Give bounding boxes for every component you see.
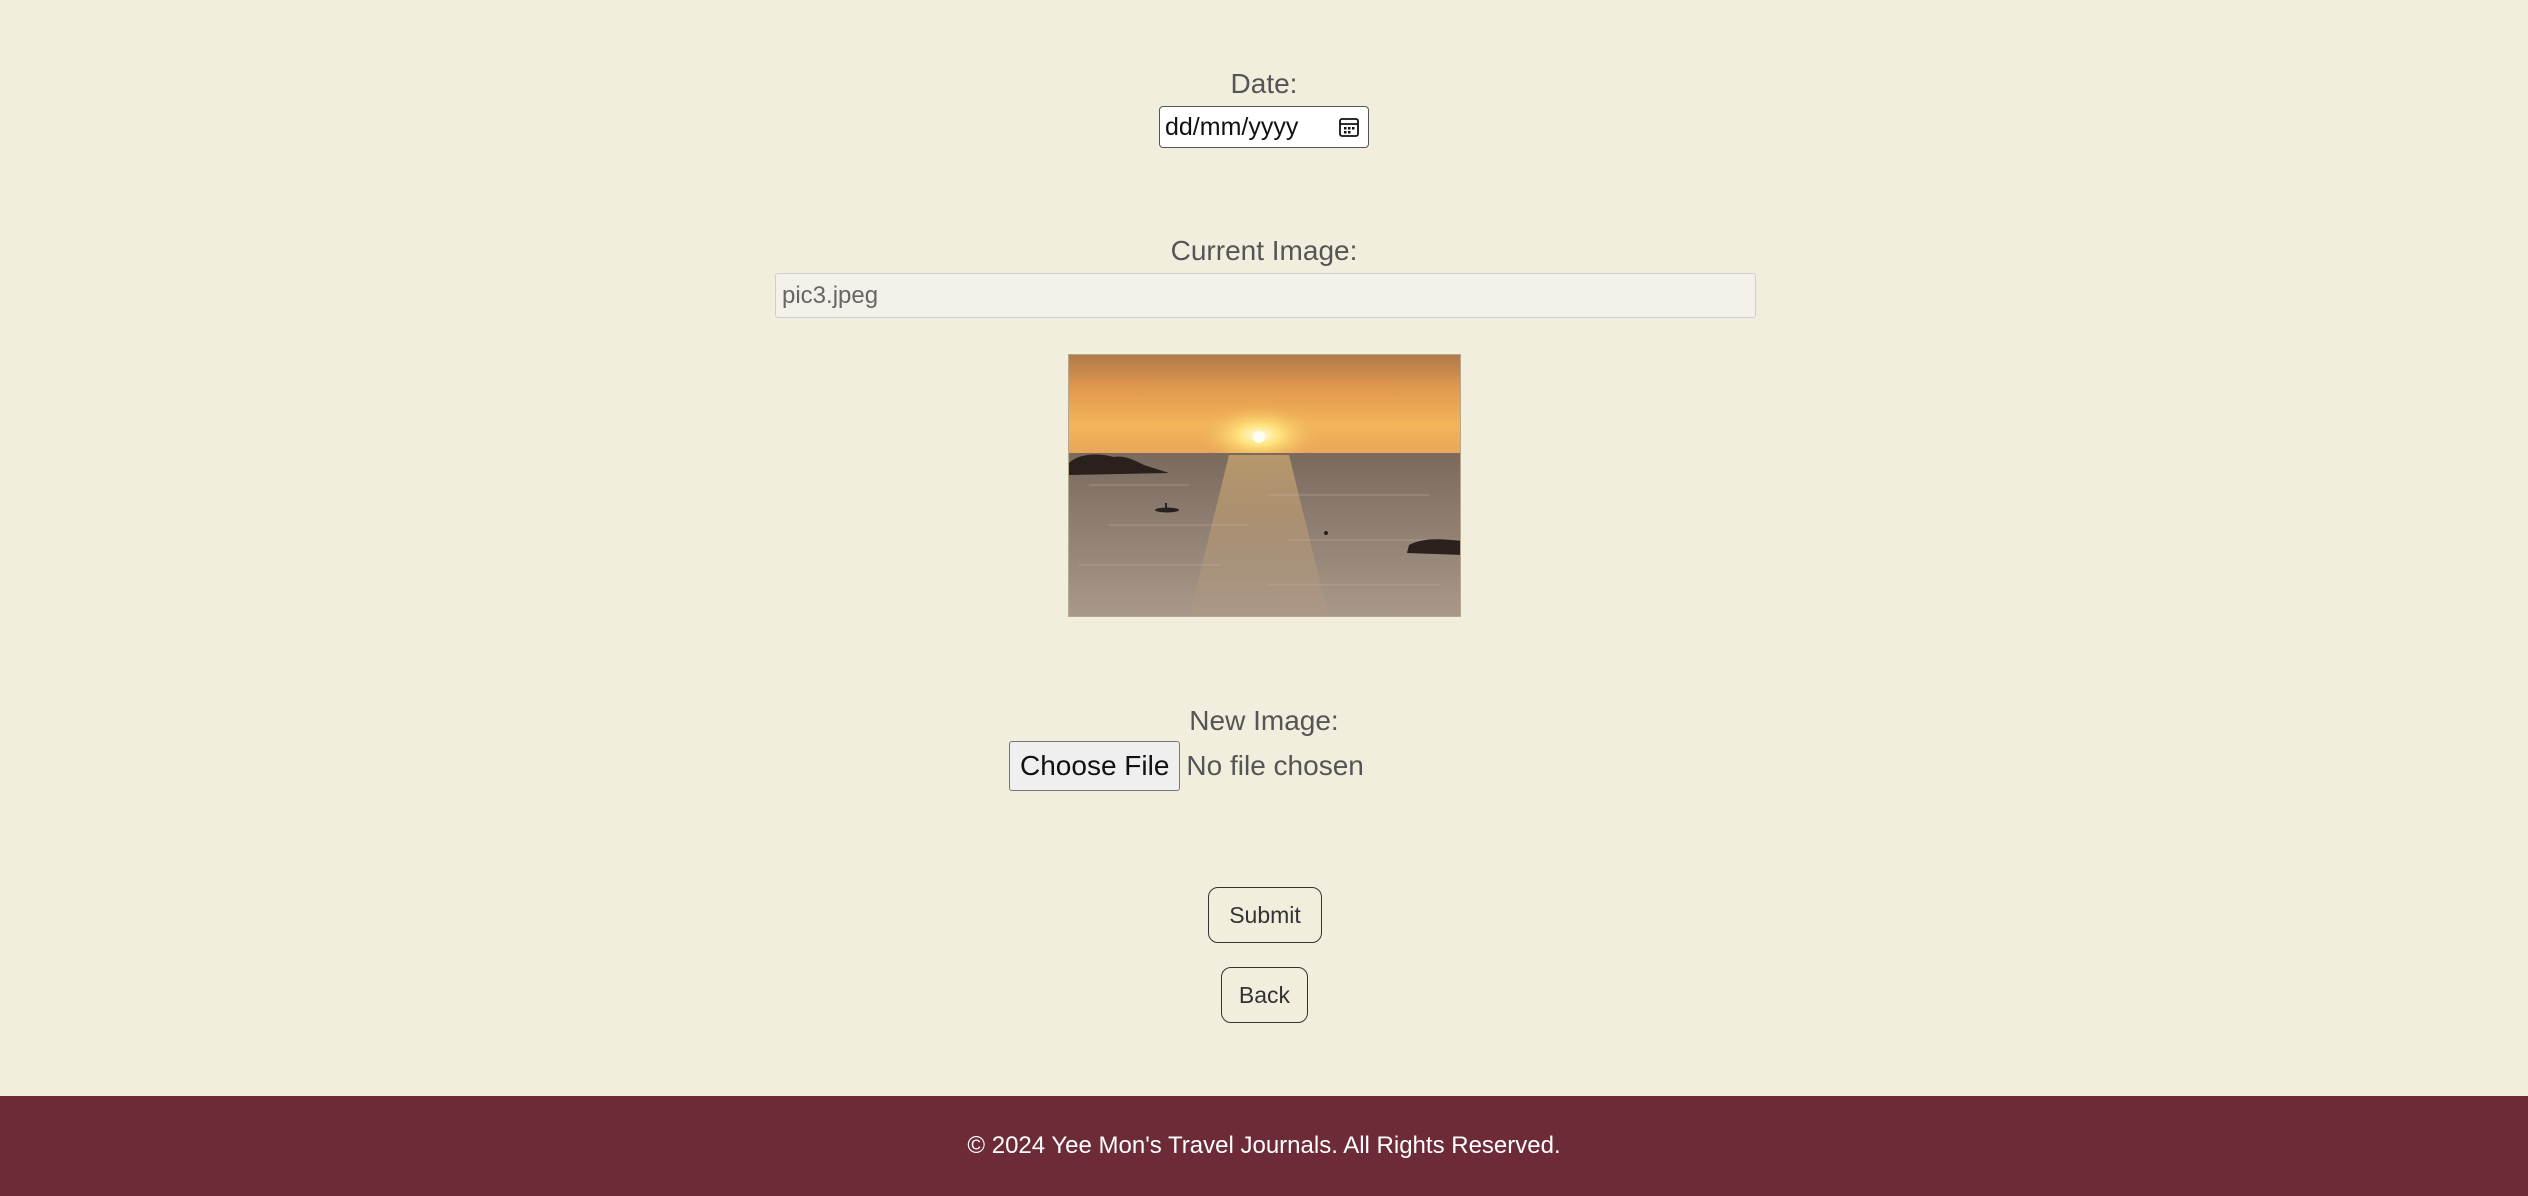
current-image-value: pic3.jpeg: [782, 281, 879, 309]
submit-button[interactable]: Submit: [1208, 887, 1322, 943]
date-label: Date:: [1230, 68, 1298, 99]
file-status: No file chosen: [1186, 750, 1364, 781]
calendar-icon[interactable]: [1334, 112, 1364, 142]
footer-copyright: © 2024 Yee Mon's Travel Journals. All Ri…: [967, 1132, 1561, 1159]
date-placeholder: dd/mm/yyyy: [1165, 112, 1299, 141]
choose-file-button[interactable]: Choose File: [1009, 741, 1181, 791]
current-image-preview: [1068, 354, 1461, 617]
new-image-label: New Image:: [1189, 705, 1339, 736]
current-image-label: Current Image:: [1170, 235, 1358, 266]
current-image-field: pic3.jpeg: [775, 273, 1756, 318]
file-input[interactable]: Choose File No file chosen: [1009, 741, 1364, 791]
back-button[interactable]: Back: [1221, 967, 1308, 1023]
footer: © 2024 Yee Mon's Travel Journals. All Ri…: [0, 1096, 2528, 1196]
date-input[interactable]: dd/mm/yyyy: [1159, 106, 1369, 148]
